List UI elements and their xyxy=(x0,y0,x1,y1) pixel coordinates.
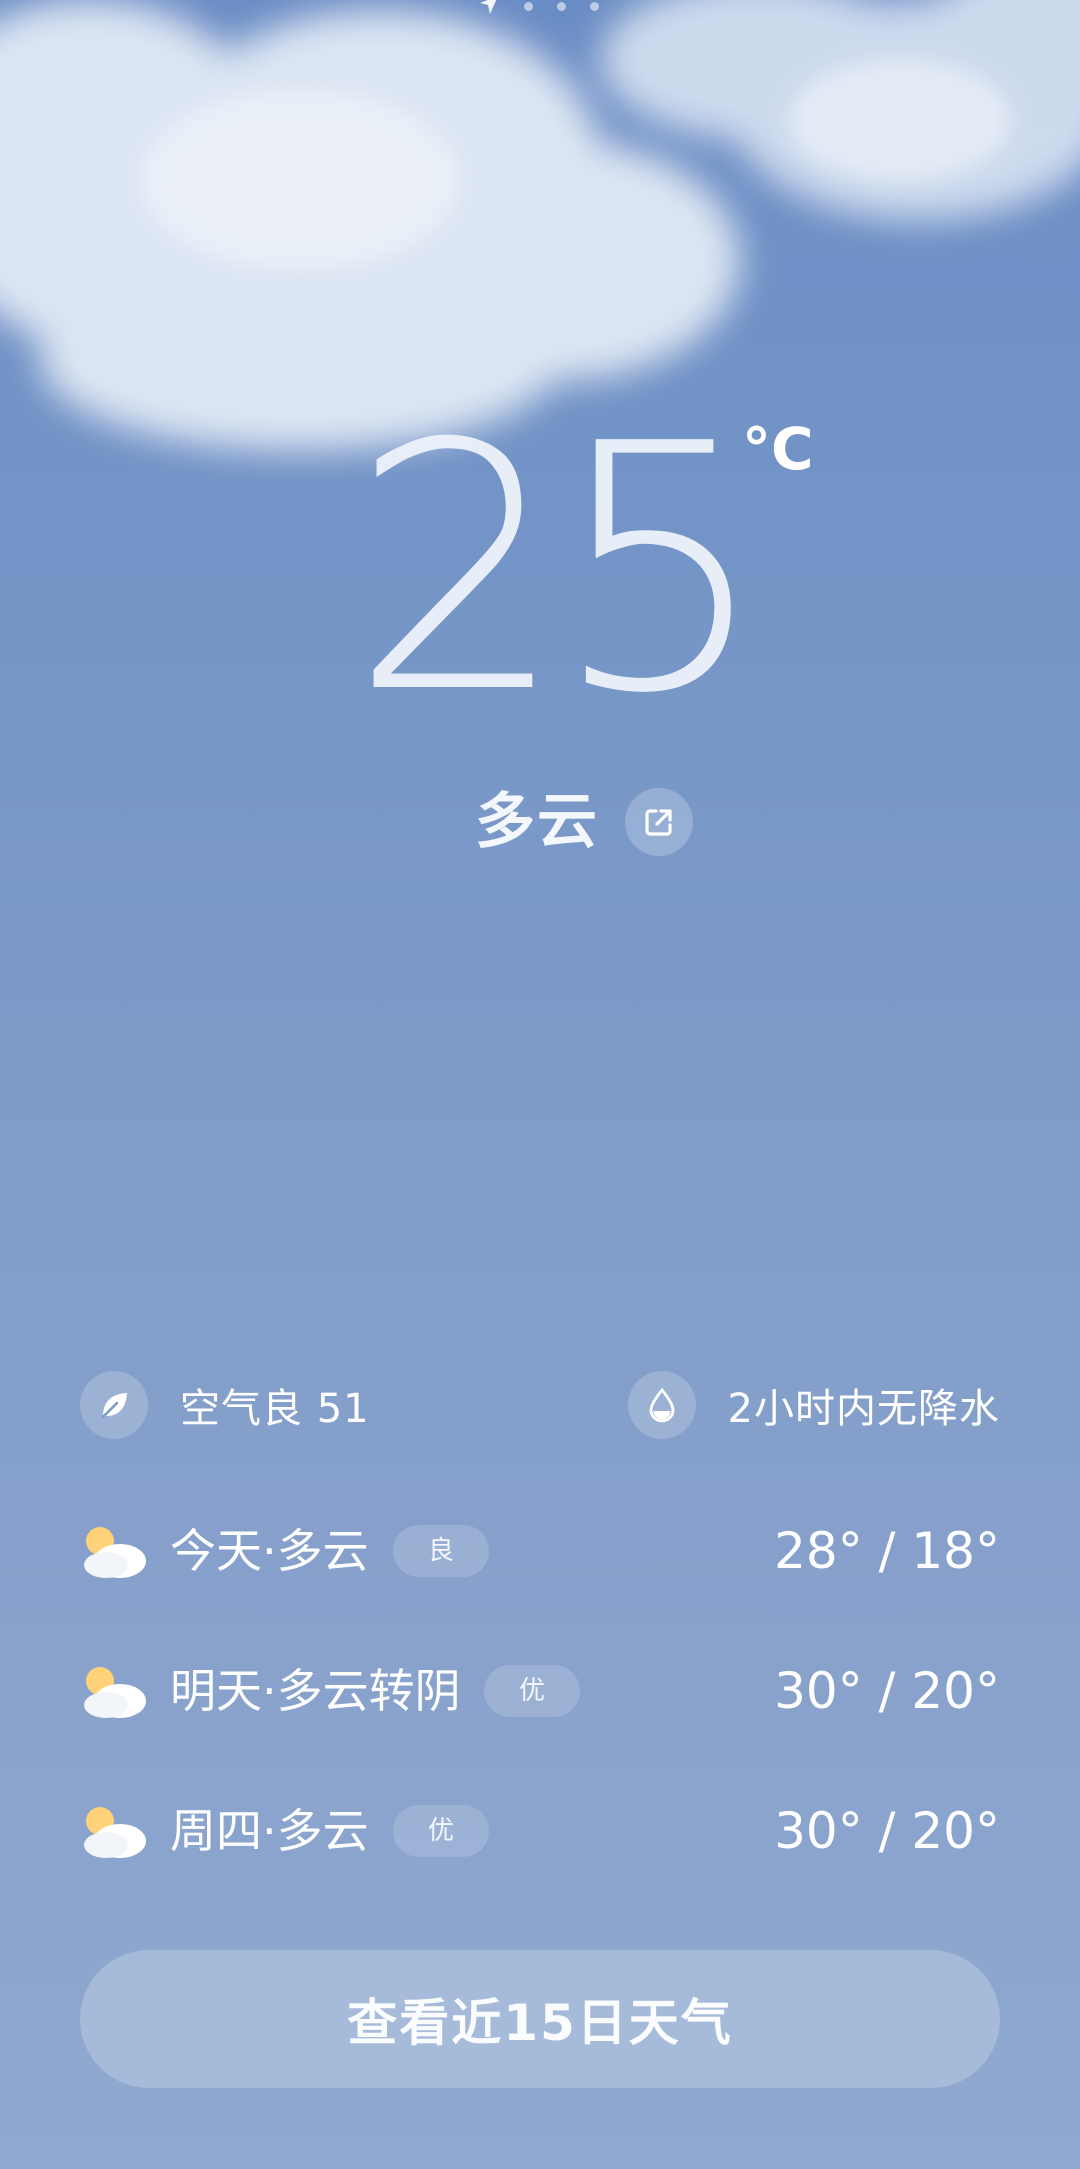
partly-cloudy-icon xyxy=(84,1807,146,1858)
info-row: 空气良 51 2小时内无降水 xyxy=(0,1370,1080,1440)
air-quality[interactable]: 空气良 51 xyxy=(80,1370,370,1440)
forecast-row-today[interactable]: 今天·多云 良 28° / 18° xyxy=(0,1505,1080,1645)
forecast-label: 明天·多云转阴 xyxy=(170,1664,461,1718)
share-button[interactable] xyxy=(625,788,693,856)
forecast-list: 今天·多云 良 28° / 18° 明天·多云转阴 优 30° / 20° 周四… xyxy=(0,1505,1080,1925)
page-dot xyxy=(557,2,566,11)
forecast-row-thursday[interactable]: 周四·多云 优 30° / 20° xyxy=(0,1785,1080,1925)
precipitation-text: 2小时内无降水 xyxy=(727,1386,1000,1432)
aqi-badge: 优 xyxy=(484,1665,580,1717)
water-drop-icon xyxy=(627,1371,696,1439)
leaf-icon xyxy=(80,1371,148,1439)
forecast-temps: 30° / 20° xyxy=(774,1802,1000,1860)
forecast-label: 今天·多云 xyxy=(170,1524,369,1578)
location-arrow-icon xyxy=(480,0,497,14)
partly-cloudy-icon xyxy=(84,1667,146,1718)
temperature-value: 25 xyxy=(350,372,769,768)
page-indicator[interactable] xyxy=(0,0,1080,20)
current-temperature: 25 °C xyxy=(0,372,1080,768)
view-15-day-forecast-button[interactable]: 查看近15日天气 xyxy=(80,1950,1000,2088)
aqi-badge: 优 xyxy=(393,1805,489,1857)
page-dot xyxy=(524,2,533,11)
current-condition: 多云 xyxy=(0,782,1080,862)
forecast-label: 周四·多云 xyxy=(170,1804,369,1858)
forecast-temps: 28° / 18° xyxy=(774,1522,1000,1580)
forecast-row-tomorrow[interactable]: 明天·多云转阴 优 30° / 20° xyxy=(0,1645,1080,1785)
temperature-unit: °C xyxy=(742,415,814,483)
share-icon xyxy=(645,809,672,836)
forecast-temps: 30° / 20° xyxy=(774,1662,1000,1720)
page-dot xyxy=(590,2,599,11)
air-quality-text: 空气良 51 xyxy=(180,1386,370,1432)
precipitation[interactable]: 2小时内无降水 xyxy=(627,1370,1000,1440)
partly-cloudy-icon xyxy=(84,1527,146,1578)
aqi-badge: 良 xyxy=(393,1525,489,1577)
condition-text: 多云 xyxy=(475,787,599,857)
